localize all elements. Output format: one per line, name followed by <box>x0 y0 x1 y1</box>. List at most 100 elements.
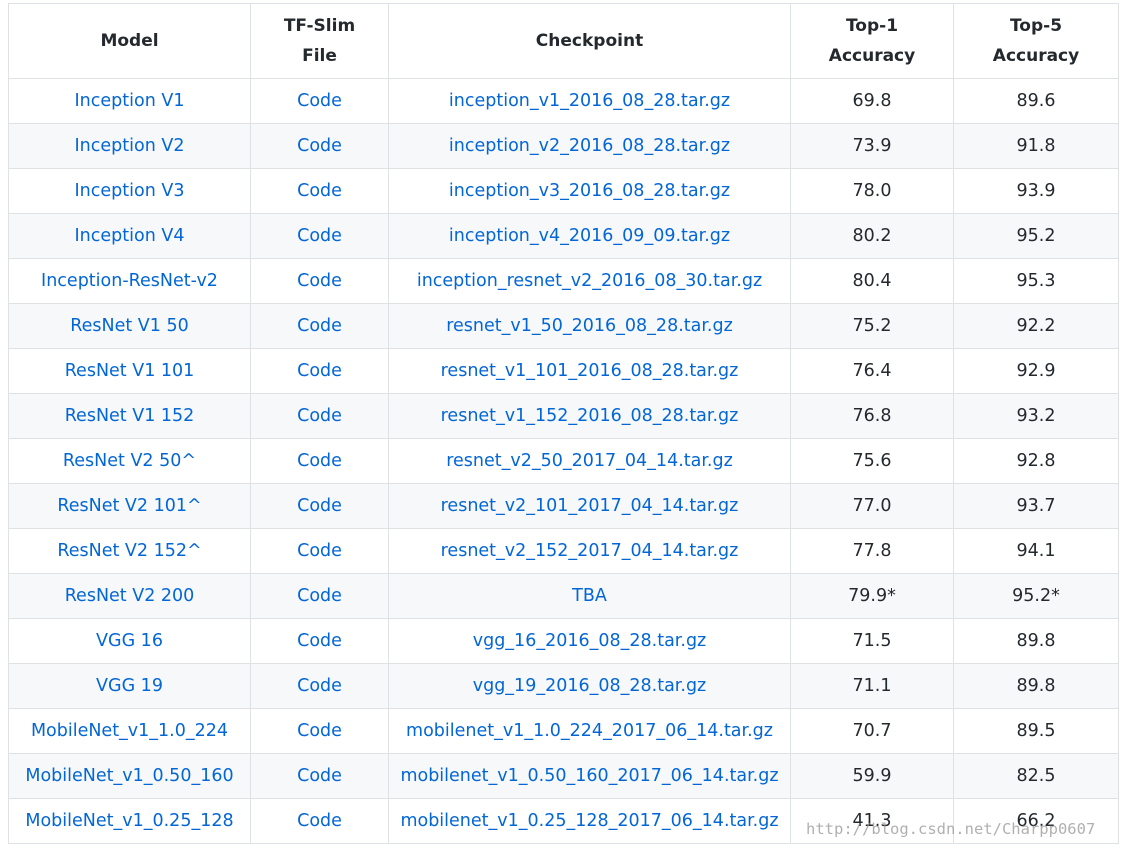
code-link[interactable]: Code <box>250 393 389 439</box>
checkpoint-link[interactable]: resnet_v2_152_2017_04_14.tar.gz <box>388 528 791 574</box>
table-body: Inception V1 Code inception_v1_2016_08_28.… <box>8 78 1119 844</box>
checkpoint-link[interactable]: vgg_16_2016_08_28.tar.gz <box>388 618 791 664</box>
table-row: ResNet V2 200 Code TBA 79.9* 95.2* <box>8 573 1119 619</box>
checkpoint-link[interactable]: mobilenet_v1_0.25_128_2017_06_14.tar.gz <box>388 798 791 844</box>
top1-value: 76.4 <box>790 348 954 394</box>
code-link[interactable]: Code <box>250 618 389 664</box>
model-link[interactable]: ResNet V1 50 <box>8 303 251 349</box>
header-model: Model <box>8 3 251 79</box>
checkpoint-link[interactable]: inception_v4_2016_09_09.tar.gz <box>388 213 791 259</box>
model-link[interactable]: MobileNet_v1_0.50_160 <box>8 753 251 799</box>
table-row: VGG 16 Code vgg_16_2016_08_28.tar.gz 71.5 89… <box>8 618 1119 664</box>
top1-value: 78.0 <box>790 168 954 214</box>
top5-value: 93.2 <box>953 393 1119 439</box>
top1-value: 69.8 <box>790 78 954 124</box>
model-link[interactable]: MobileNet_v1_1.0_224 <box>8 708 251 754</box>
top1-value: 75.2 <box>790 303 954 349</box>
table-row: ResNet V1 50 Code resnet_v1_50_2016_08_28.… <box>8 303 1119 349</box>
top5-value: 91.8 <box>953 123 1119 169</box>
table-row: ResNet V2 101^ Code resnet_v2_101_2017_04_… <box>8 483 1119 529</box>
table-row: Inception V3 Code inception_v3_2016_08_28.… <box>8 168 1119 214</box>
top1-value: 79.9* <box>790 573 954 619</box>
code-link[interactable]: Code <box>250 573 389 619</box>
table-row: ResNet V2 152^ Code resnet_v2_152_2017_04_… <box>8 528 1119 574</box>
top5-value: 93.9 <box>953 168 1119 214</box>
model-link[interactable]: ResNet V1 152 <box>8 393 251 439</box>
code-link[interactable]: Code <box>250 708 389 754</box>
top5-value: 92.9 <box>953 348 1119 394</box>
checkpoint-link[interactable]: inception_v1_2016_08_28.tar.gz <box>388 78 791 124</box>
model-link[interactable]: MobileNet_v1_0.25_128 <box>8 798 251 844</box>
model-link[interactable]: ResNet V2 50^ <box>8 438 251 484</box>
top5-value: 82.5 <box>953 753 1119 799</box>
top1-value: 75.6 <box>790 438 954 484</box>
header-top5-accuracy: Top-5 Accuracy <box>953 3 1119 79</box>
top5-value: 92.2 <box>953 303 1119 349</box>
code-link[interactable]: Code <box>250 78 389 124</box>
top1-value: 77.8 <box>790 528 954 574</box>
table-row: ResNet V2 50^ Code resnet_v2_50_2017_04_14… <box>8 438 1119 484</box>
top5-value: 93.7 <box>953 483 1119 529</box>
top5-value: 95.3 <box>953 258 1119 304</box>
top5-value: 66.2 <box>953 798 1119 844</box>
top1-value: 70.7 <box>790 708 954 754</box>
checkpoint-link[interactable]: inception_v3_2016_08_28.tar.gz <box>388 168 791 214</box>
model-link[interactable]: ResNet V2 101^ <box>8 483 251 529</box>
checkpoint-link[interactable]: resnet_v1_152_2016_08_28.tar.gz <box>388 393 791 439</box>
model-link[interactable]: VGG 16 <box>8 618 251 664</box>
model-link[interactable]: VGG 19 <box>8 663 251 709</box>
code-link[interactable]: Code <box>250 303 389 349</box>
checkpoint-link[interactable]: resnet_v1_50_2016_08_28.tar.gz <box>388 303 791 349</box>
table-row: MobileNet_v1_0.50_160 Code mobilenet_v1_0.… <box>8 753 1119 799</box>
top5-value: 94.1 <box>953 528 1119 574</box>
top1-value: 80.4 <box>790 258 954 304</box>
table-header-row: Model TF-Slim File Checkpoint Top-1 Accu… <box>8 3 1119 79</box>
checkpoint-link[interactable]: mobilenet_v1_1.0_224_2017_06_14.tar.gz <box>388 708 791 754</box>
model-link[interactable]: Inception V2 <box>8 123 251 169</box>
checkpoint-link[interactable]: vgg_19_2016_08_28.tar.gz <box>388 663 791 709</box>
top1-value: 73.9 <box>790 123 954 169</box>
code-link[interactable]: Code <box>250 213 389 259</box>
table-row: VGG 19 Code vgg_19_2016_08_28.tar.gz 71.1 89… <box>8 663 1119 709</box>
model-link[interactable]: Inception V4 <box>8 213 251 259</box>
checkpoint-link[interactable]: inception_v2_2016_08_28.tar.gz <box>388 123 791 169</box>
model-link[interactable]: Inception-ResNet-v2 <box>8 258 251 304</box>
checkpoint-link[interactable]: resnet_v2_101_2017_04_14.tar.gz <box>388 483 791 529</box>
table-row: Inception-ResNet-v2 Code inception_resnet_… <box>8 258 1119 304</box>
code-link[interactable]: Code <box>250 663 389 709</box>
checkpoint-link[interactable]: TBA <box>388 573 791 619</box>
top1-value: 71.5 <box>790 618 954 664</box>
code-link[interactable]: Code <box>250 528 389 574</box>
model-link[interactable]: Inception V1 <box>8 78 251 124</box>
code-link[interactable]: Code <box>250 483 389 529</box>
code-link[interactable]: Code <box>250 798 389 844</box>
top1-value: 59.9 <box>790 753 954 799</box>
table-row: ResNet V1 152 Code resnet_v1_152_2016_08_2… <box>8 393 1119 439</box>
top5-value: 92.8 <box>953 438 1119 484</box>
top1-value: 71.1 <box>790 663 954 709</box>
top5-value: 95.2 <box>953 213 1119 259</box>
code-link[interactable]: Code <box>250 123 389 169</box>
table-row: MobileNet_v1_0.25_128 Code mobilenet_v1_0.… <box>8 798 1119 844</box>
model-table-container: Model TF-Slim File Checkpoint Top-1 Accu… <box>8 3 1119 844</box>
model-link[interactable]: ResNet V2 152^ <box>8 528 251 574</box>
top5-value: 89.6 <box>953 78 1119 124</box>
code-link[interactable]: Code <box>250 438 389 484</box>
top1-value: 77.0 <box>790 483 954 529</box>
model-link[interactable]: ResNet V2 200 <box>8 573 251 619</box>
checkpoint-link[interactable]: resnet_v2_50_2017_04_14.tar.gz <box>388 438 791 484</box>
model-link[interactable]: Inception V3 <box>8 168 251 214</box>
code-link[interactable]: Code <box>250 168 389 214</box>
checkpoint-link[interactable]: mobilenet_v1_0.50_160_2017_06_14.tar.gz <box>388 753 791 799</box>
table-row: Inception V2 Code inception_v2_2016_08_28.… <box>8 123 1119 169</box>
table-row: Inception V1 Code inception_v1_2016_08_28.… <box>8 78 1119 124</box>
code-link[interactable]: Code <box>250 753 389 799</box>
checkpoint-link[interactable]: inception_resnet_v2_2016_08_30.tar.gz <box>388 258 791 304</box>
header-tf-slim-file: TF-Slim File <box>250 3 389 79</box>
table-row: Inception V4 Code inception_v4_2016_09_09.… <box>8 213 1119 259</box>
checkpoint-link[interactable]: resnet_v1_101_2016_08_28.tar.gz <box>388 348 791 394</box>
model-link[interactable]: ResNet V1 101 <box>8 348 251 394</box>
top5-value: 89.5 <box>953 708 1119 754</box>
code-link[interactable]: Code <box>250 258 389 304</box>
code-link[interactable]: Code <box>250 348 389 394</box>
